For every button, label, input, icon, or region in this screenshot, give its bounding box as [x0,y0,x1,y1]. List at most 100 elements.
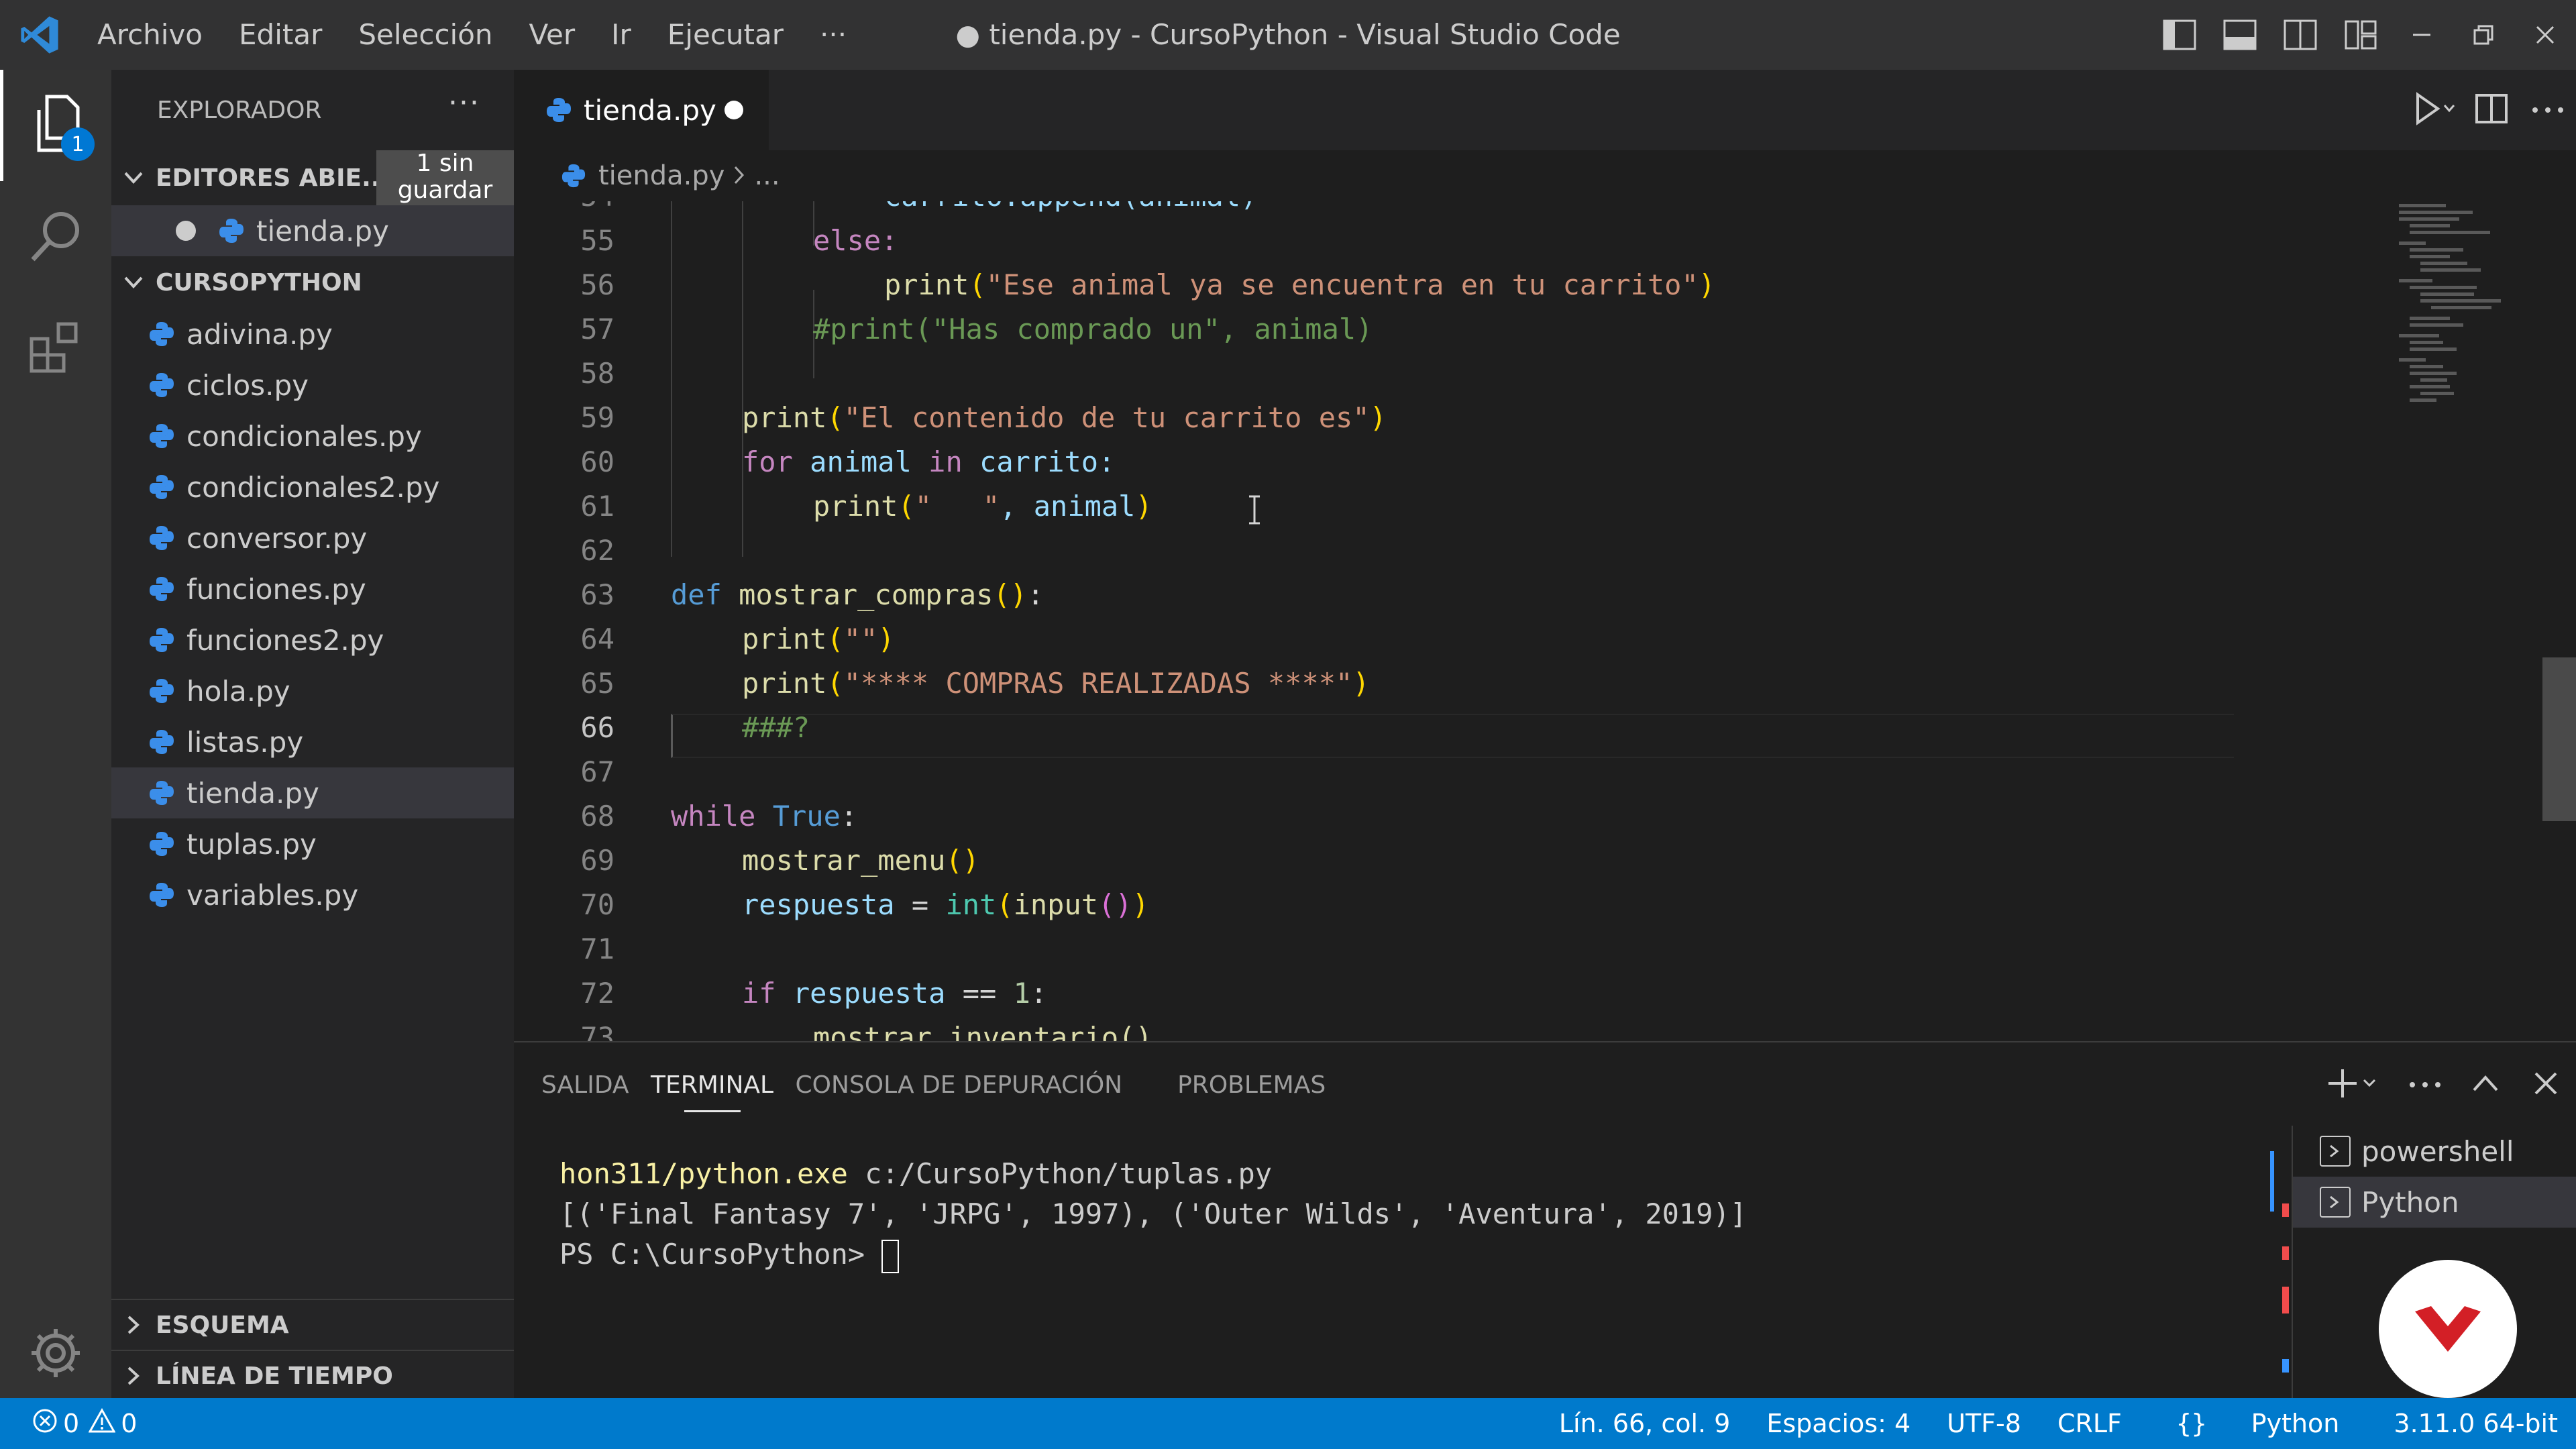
close-icon [2534,1071,2558,1098]
code-line-65: print("**** COMPRAS REALIZADAS ****") [742,667,1370,700]
menu-editar[interactable]: Editar [221,0,340,70]
warning-count: 0 [121,1409,138,1438]
search-activity[interactable] [0,181,111,292]
menu-ir[interactable]: Ir [593,0,649,70]
text-cursor-icon [1248,495,1261,525]
menu-more[interactable]: ··· [802,0,865,70]
terminal-line-output: [('Final Fantasy 7', 'JRPG', 1997), ('Ou… [559,1197,1748,1230]
file-item[interactable]: tienda.py [111,767,514,818]
file-item[interactable]: funciones2.py [111,614,514,665]
open-editor-filename: tienda.py [256,214,389,248]
explorer-more-button[interactable]: ··· [448,86,480,120]
menu-ejecutar[interactable]: Ejecutar [649,0,802,70]
chevron-right-icon [734,160,745,191]
terminal-item-powershell[interactable]: powershell [2293,1126,2576,1177]
explorer-sidebar: EXPLORADOR ··· EDITORES ABIE... 1 sin gu… [111,70,514,1398]
code-line-66: ###? [742,711,810,744]
file-item[interactable]: hola.py [111,665,514,716]
file-item[interactable]: funciones.py [111,564,514,614]
open-editor-item[interactable]: tienda.py [111,205,514,256]
search-icon [28,207,84,266]
terminal-item-python[interactable]: Python [2293,1177,2576,1228]
toggle-sidebar-icon[interactable] [2149,0,2210,70]
indentation[interactable]: Espacios: 4 [1748,1409,1929,1438]
file-item[interactable]: listas.py [111,716,514,767]
file-item[interactable]: variables.py [111,869,514,920]
tab-tienda[interactable]: tienda.py [514,70,769,150]
python-file-icon [146,727,177,757]
warning-icon [88,1407,116,1440]
project-section[interactable]: CURSOPYTHON [111,256,514,309]
minimap[interactable] [2396,201,2517,429]
chevron-up-icon [2472,1075,2499,1095]
file-item[interactable]: conversor.py [111,513,514,564]
split-editor-icon [2475,93,2508,127]
breadcrumb-more[interactable]: ... [754,160,780,191]
file-item[interactable]: adivina.py [111,309,514,360]
tab-consola-depuracion[interactable]: CONSOLA DE DEPURACIÓN [768,1042,1150,1127]
menu-seleccion[interactable]: Selección [340,0,511,70]
file-name: tuplas.py [186,827,317,861]
python-interpreter[interactable]: 3.11.0 64-bit [2375,1409,2576,1438]
problems-status[interactable]: 0 0 [0,1407,138,1440]
tab-salida[interactable]: SALIDA [514,1042,657,1127]
file-name: ciclos.py [186,368,309,402]
explorer-activity[interactable]: 1 [0,70,111,181]
manage-activity[interactable] [0,1299,111,1410]
gear-icon [28,1325,84,1384]
tab-terminal[interactable]: TERMINAL [651,1042,773,1127]
close-panel-button[interactable] [2516,1042,2576,1127]
editor-scrollbar[interactable] [2542,201,2576,1041]
minimize-icon[interactable] [2391,0,2453,70]
close-window-icon[interactable] [2514,0,2576,70]
open-editors-section[interactable]: EDITORES ABIE... 1 sin guardar [111,150,514,205]
file-item[interactable]: condicionales2.py [111,462,514,513]
breadcrumb-file[interactable]: tienda.py [598,160,724,191]
customize-layout-icon[interactable] [2330,0,2391,70]
chevron-down-icon [111,276,156,289]
unsaved-dot-icon[interactable] [724,101,743,119]
code-editor[interactable]: 54 55 56 57 58 59 60 61 62 63 64 65 66 67 68 69 70 71 72 73… [514,201,2576,1041]
maximize-panel-button[interactable] [2455,1042,2516,1127]
file-item[interactable]: tuplas.py [111,818,514,869]
cursor-position[interactable]: Lín. 66, col. 9 [1541,1409,1749,1438]
code-line-64: print("") [742,623,895,655]
split-editor-button[interactable] [2463,70,2520,150]
file-item[interactable]: ciclos.py [111,360,514,411]
run-button[interactable] [2407,70,2463,150]
file-name: variables.py [186,878,359,912]
activity-bar: 1 [0,70,111,1398]
outline-section[interactable]: ESQUEMA [111,1299,514,1350]
language-mode[interactable]: {} Python [2140,1409,2376,1438]
toggle-secondary-sidebar-icon[interactable] [2270,0,2330,70]
terminal-name: powershell [2361,1134,2514,1168]
line-number: 69 [580,844,614,877]
line-number: 61 [580,490,614,523]
new-terminal-button[interactable] [2314,1042,2395,1127]
timeline-section[interactable]: LÍNEA DE TIEMPO [111,1350,514,1401]
unsaved-dot-icon[interactable] [176,221,196,241]
terminal-output[interactable]: hon311/python.exe c:/CursoPython/tuplas.… [559,1154,1747,1275]
python-file-icon [146,625,177,655]
terminal-line-prompt: PS C:\CursoPython> [559,1234,1747,1275]
file-name: conversor.py [186,521,368,555]
file-item[interactable]: condicionales.py [111,411,514,462]
file-name: tienda.py [186,776,319,810]
extensions-activity[interactable] [0,292,111,404]
menu-ver[interactable]: Ver [511,0,594,70]
editor-scrollbar-thumb[interactable] [2542,657,2576,821]
python-file-icon [146,370,177,400]
restore-icon[interactable] [2453,0,2514,70]
status-bar: 0 0 Lín. 66, col. 9 Espacios: 4 UTF-8 CR… [0,1398,2576,1449]
toggle-panel-icon[interactable] [2210,0,2270,70]
file-name: adivina.py [186,317,333,351]
panel-more-button[interactable] [2395,1042,2455,1127]
menu-archivo[interactable]: Archivo [79,0,221,70]
python-file-icon [146,574,177,604]
editor-more-button[interactable] [2520,70,2576,150]
end-of-line[interactable]: CRLF [2039,1409,2140,1438]
code-line-69: mostrar_menu() [742,844,980,877]
tab-problemas[interactable]: PROBLEMAS [1150,1042,1353,1127]
encoding[interactable]: UTF-8 [1929,1409,2039,1438]
braces-icon: {} [2176,1409,2207,1438]
